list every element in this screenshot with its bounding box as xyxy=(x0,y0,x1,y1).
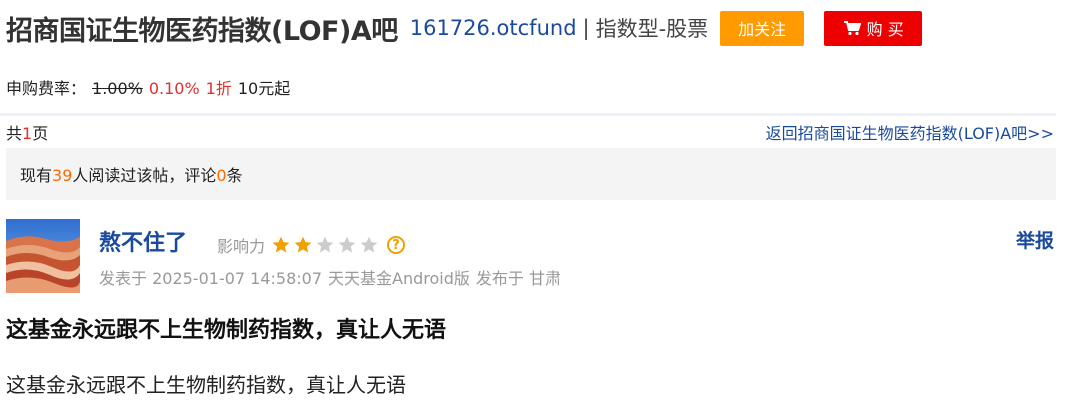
post-time: 发表于 2025-01-07 14:58:07 xyxy=(99,269,323,288)
fund-code-link[interactable]: 161726.otcfund xyxy=(410,16,577,40)
influence-stars xyxy=(271,235,381,255)
star-filled-icon xyxy=(272,236,290,253)
stats-middle: 人阅读过该帖，评论 xyxy=(72,166,217,185)
buy-button[interactable]: 购 买 xyxy=(824,10,923,46)
purchase-fee: 申购费率： 1.00% 0.10% 1折 10元起 xyxy=(6,75,290,99)
avatar-image xyxy=(6,219,80,293)
influence: 影响力 ? xyxy=(217,233,406,257)
forum-header: 招商国证生物医药指数(LOF)A吧 161726.otcfund | 指数型-股… xyxy=(6,8,923,48)
post-location: 发布于 甘肃 xyxy=(475,269,561,288)
discount-badge: 1折 xyxy=(205,79,232,98)
buy-label: 购 买 xyxy=(866,20,904,39)
discount-rate: 0.10% xyxy=(148,79,200,98)
divider xyxy=(0,113,1056,116)
report-button[interactable]: 举报 xyxy=(1016,226,1054,253)
star-empty-icon xyxy=(338,236,356,253)
follow-button[interactable]: 加关注 xyxy=(720,10,805,46)
influence-label: 影响力 xyxy=(217,237,266,256)
back-to-bar-link[interactable]: 返回招商国证生物医药指数(LOF)A吧>> xyxy=(766,120,1054,144)
minimum-amount: 10元起 xyxy=(237,79,291,98)
comment-count: 0 xyxy=(216,166,227,185)
page-count: 共1页 xyxy=(6,120,48,144)
post-title: 这基金永远跟不上生物制药指数，真让人无语 xyxy=(6,318,447,343)
post-body: 这基金永远跟不上生物制药指数，真让人无语 xyxy=(6,373,406,397)
avatar[interactable] xyxy=(6,219,80,293)
separator: | xyxy=(582,16,590,40)
stats-suffix: 条 xyxy=(226,166,243,185)
page-count-number[interactable]: 1 xyxy=(22,124,32,143)
post-meta: 发表于 2025-01-07 14:58:07 天天基金Android版 发布于 甘… xyxy=(99,265,561,289)
star-empty-icon xyxy=(316,236,334,253)
help-icon[interactable]: ? xyxy=(387,236,406,254)
read-stats: 现有39人阅读过该帖，评论0条 xyxy=(6,148,1056,200)
author-name[interactable]: 熬不住了 xyxy=(99,225,187,257)
fund-type: 指数型-股票 xyxy=(595,17,709,41)
star-filled-icon xyxy=(294,236,312,253)
fee-label: 申购费率： xyxy=(6,79,87,98)
cart-icon xyxy=(843,21,861,36)
reader-count: 39 xyxy=(52,166,73,185)
star-empty-icon xyxy=(360,236,378,253)
bar-title[interactable]: 招商国证生物医药指数(LOF)A吧 xyxy=(6,9,398,48)
page-count-suffix: 页 xyxy=(32,124,49,143)
post-client: 天天基金Android版 xyxy=(328,269,470,288)
page-count-prefix: 共 xyxy=(6,124,23,143)
stats-prefix: 现有 xyxy=(20,166,53,185)
original-rate: 1.00% xyxy=(92,79,143,98)
